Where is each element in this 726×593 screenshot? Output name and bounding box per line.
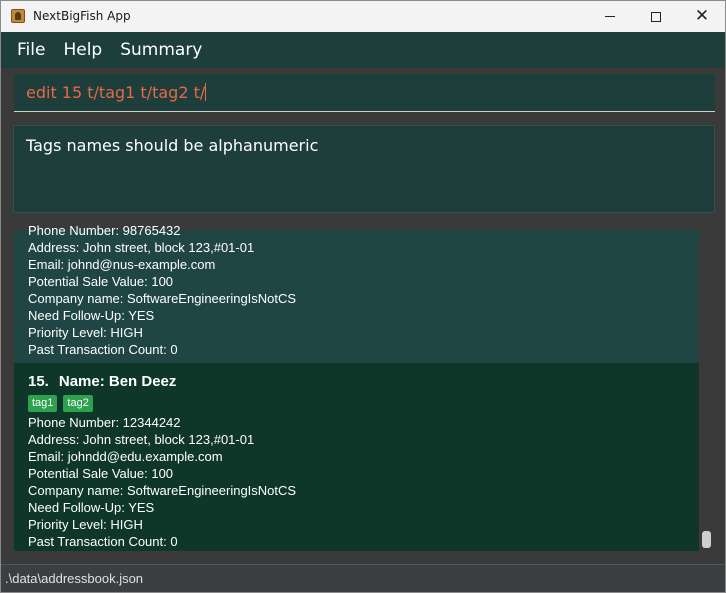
result-area: Tags names should be alphanumeric (1, 121, 725, 221)
menu-help[interactable]: Help (63, 40, 102, 60)
window-title: NextBigFish App (33, 9, 131, 23)
result-display[interactable]: Tags names should be alphanumeric (13, 125, 715, 213)
person-title: 15. Name: Ben Deez (28, 372, 699, 391)
person-transactions: Past Transaction Count: 0 (28, 534, 178, 549)
minimize-icon (605, 16, 615, 17)
tag-badge: tag1 (28, 395, 58, 412)
person-card[interactable]: Phone Number: 98765432 Address: John str… (14, 223, 699, 363)
minimize-button[interactable] (587, 1, 633, 32)
person-follow-up: Need Follow-Up: YES (28, 308, 155, 323)
person-potential-sale: Potential Sale Value: 100 (28, 466, 174, 481)
person-name: Name: Ben Deez (58, 373, 177, 390)
app-window: NextBigFish App ✕ File Help Summary edit… (0, 0, 726, 593)
tag-badge: tag2 (63, 395, 93, 412)
person-phone: Phone Number: 12344242 (28, 415, 181, 430)
menu-file[interactable]: File (17, 40, 45, 60)
tag-list: tag1 tag2 (28, 395, 699, 412)
person-company: Company name: SoftwareEngineeringIsNotCS (28, 483, 297, 498)
title-bar[interactable]: NextBigFish App ✕ (1, 1, 725, 32)
status-file-path: .\data\addressbook.json (5, 571, 144, 586)
close-button[interactable]: ✕ (679, 1, 725, 32)
person-email: Email: johnd@nus-example.com (28, 257, 216, 272)
person-priority: Priority Level: HIGH (28, 325, 143, 340)
text-caret (205, 83, 207, 101)
result-message: Tags names should be alphanumeric (26, 136, 319, 155)
person-list[interactable]: Phone Number: 98765432 Address: John str… (1, 221, 725, 564)
person-follow-up: Need Follow-Up: YES (28, 500, 155, 515)
person-email: Email: johndd@edu.example.com (28, 449, 223, 464)
app-icon (11, 9, 25, 23)
person-transactions: Past Transaction Count: 0 (28, 342, 178, 357)
list-scrollbar[interactable] (702, 531, 711, 548)
close-icon: ✕ (694, 6, 710, 26)
menu-summary[interactable]: Summary (120, 40, 202, 60)
person-potential-sale: Potential Sale Value: 100 (28, 274, 174, 289)
command-area: edit 15 t/tag1 t/tag2 t/ (1, 68, 725, 121)
status-bar: .\data\addressbook.json (1, 564, 725, 592)
maximize-icon (651, 11, 661, 22)
person-card-selected[interactable]: 15. Name: Ben Deez tag1 tag2 Phone Number… (14, 363, 699, 551)
command-input[interactable]: edit 15 t/tag1 t/tag2 t/ (14, 74, 715, 112)
command-text: edit 15 t/tag1 t/tag2 t/ (26, 83, 206, 102)
person-index: 15. (28, 373, 49, 390)
maximize-button[interactable] (633, 1, 679, 32)
person-priority: Priority Level: HIGH (28, 517, 143, 532)
person-company: Company name: SoftwareEngineeringIsNotCS (28, 291, 297, 306)
person-phone: Phone Number: 98765432 (28, 223, 181, 238)
menu-bar: File Help Summary (1, 32, 725, 68)
person-address: Address: John street, block 123,#01-01 (28, 432, 255, 447)
person-address: Address: John street, block 123,#01-01 (28, 240, 255, 255)
